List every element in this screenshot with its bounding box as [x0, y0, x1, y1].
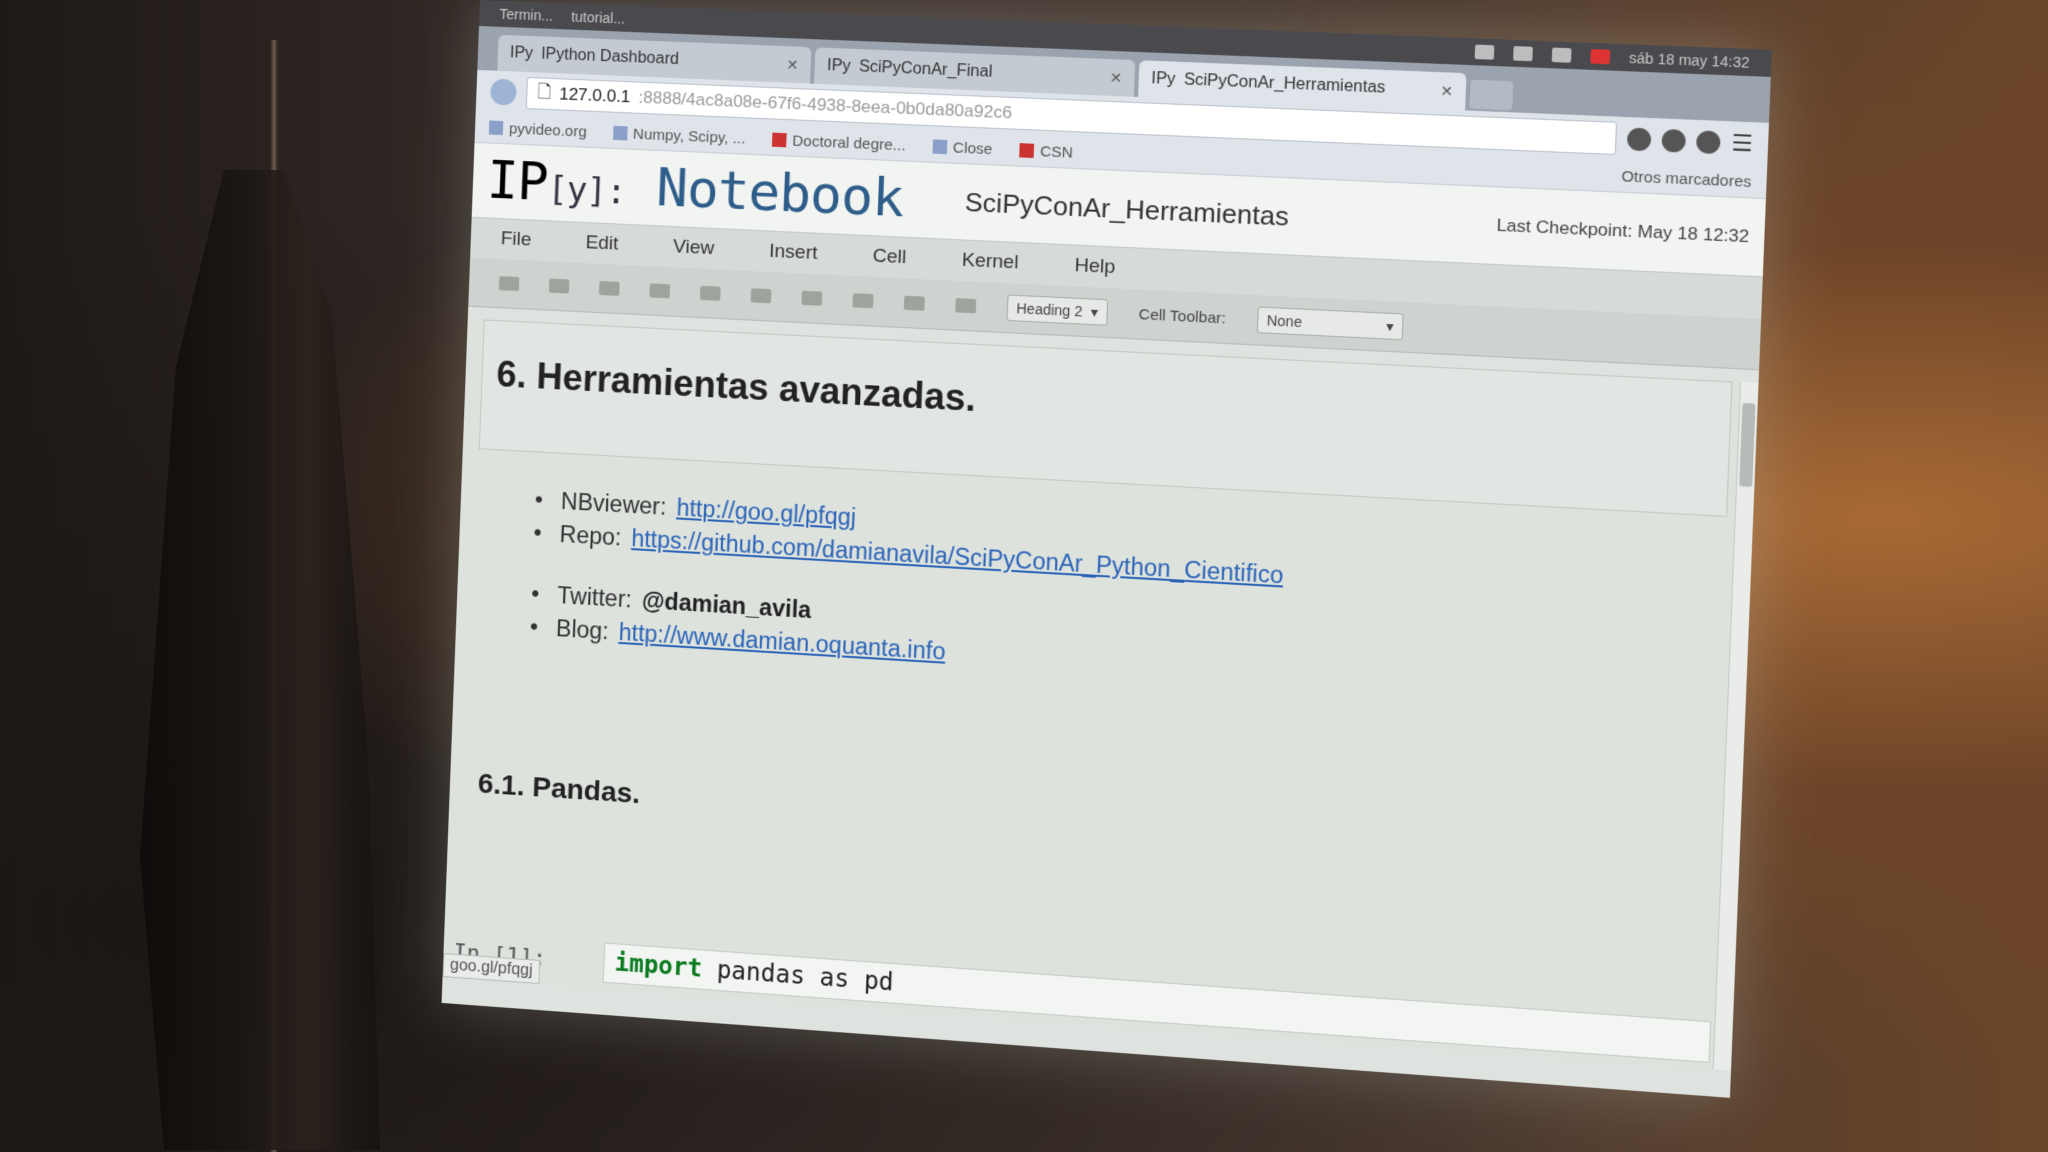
chevron-down-icon: ▾: [1091, 303, 1099, 321]
cell-type-value: Heading 2: [1016, 300, 1083, 320]
scrollbar-thumb[interactable]: [1739, 403, 1755, 487]
logo-notebook: Notebook: [655, 158, 904, 230]
network-icon[interactable]: [1551, 48, 1571, 63]
bookmark-pyvideo[interactable]: pyvideo.org: [489, 119, 587, 140]
menu-file[interactable]: File: [500, 228, 531, 251]
blog-label: Blog:: [556, 615, 610, 645]
bookmark-icon: [1019, 143, 1034, 158]
reload-icon[interactable]: [490, 79, 517, 106]
star-icon[interactable]: [1662, 129, 1687, 153]
bookmark-label: CSN: [1040, 142, 1074, 161]
menu-insert[interactable]: Insert: [769, 241, 818, 265]
copy-icon[interactable]: [599, 281, 620, 296]
insert-above-icon[interactable]: [853, 293, 874, 308]
extension-icon[interactable]: [1627, 127, 1652, 151]
menu-kernel[interactable]: Kernel: [961, 250, 1019, 275]
url-path: :8888/4ac8a08e-67f6-4938-8eea-0b0da80a92…: [638, 88, 1012, 124]
cell-toolbar-select[interactable]: None ▾: [1257, 306, 1404, 340]
notebook-name[interactable]: SciPyConAr_Herramientas: [964, 186, 1289, 232]
menu-cell[interactable]: Cell: [872, 245, 906, 269]
ipython-tab-icon: IPy: [1151, 70, 1176, 89]
menu-help[interactable]: Help: [1074, 255, 1116, 279]
bookmark-numpy[interactable]: Numpy, Scipy, ...: [613, 124, 746, 147]
subsection-heading[interactable]: 6.1. Pandas.: [477, 767, 1740, 883]
menu-icon[interactable]: ☰: [1731, 130, 1754, 158]
menu-view[interactable]: View: [672, 236, 714, 260]
twitter-handle: @damian_avila: [641, 587, 811, 624]
bookmark-label: pyvideo.org: [509, 120, 587, 140]
bookmark-csn[interactable]: CSN: [1019, 142, 1073, 162]
last-checkpoint: Last Checkpoint: May 18 12:32: [1496, 215, 1749, 247]
links-list: NBviewer:http://goo.gl/pfqgj Repo:https:…: [466, 483, 1752, 715]
menu-edit[interactable]: Edit: [585, 232, 619, 256]
paste-icon[interactable]: [649, 283, 670, 298]
tab-label: SciPyConAr_Final: [859, 58, 993, 82]
alert-icon[interactable]: [1590, 49, 1610, 64]
pocket-icon[interactable]: [1696, 130, 1721, 154]
section-heading: 6. Herramientas avanzadas.: [496, 353, 1715, 459]
bookmark-icon: [932, 139, 947, 154]
nbviewer-label: NBviewer:: [560, 488, 667, 521]
move-down-icon[interactable]: [751, 288, 772, 303]
bookmark-icon: [613, 126, 628, 141]
close-icon[interactable]: ✕: [1110, 69, 1123, 87]
chevron-down-icon: ▾: [1386, 317, 1394, 335]
bookmark-label: Close: [953, 139, 993, 158]
bookmark-label: Numpy, Scipy, ...: [633, 125, 746, 147]
bookmark-label: Doctoral degre...: [792, 132, 906, 154]
twitter-label: Twitter:: [557, 582, 633, 613]
logo-ip: IP: [486, 150, 549, 213]
repo-label: Repo:: [559, 521, 622, 552]
stop-icon[interactable]: [955, 298, 976, 313]
url-host: 127.0.0.1: [559, 84, 631, 107]
nbviewer-link[interactable]: http://goo.gl/pfqgj: [676, 494, 857, 531]
move-up-icon[interactable]: [700, 286, 721, 301]
ipython-logo: IP[y]: Notebook: [486, 150, 904, 229]
close-icon[interactable]: ✕: [1440, 82, 1453, 100]
page-icon: 🗋: [537, 79, 552, 109]
code-keyword: import: [614, 948, 703, 982]
insert-below-icon[interactable]: [801, 291, 822, 306]
new-tab-button[interactable]: [1469, 80, 1513, 111]
bookmark-label: Otros marcadores: [1621, 167, 1752, 190]
run-icon[interactable]: [904, 296, 925, 311]
tab-label: IPython Dashboard: [541, 45, 679, 69]
cut-icon[interactable]: [549, 279, 570, 294]
save-icon[interactable]: [499, 276, 520, 291]
cell-type-select[interactable]: Heading 2 ▾: [1007, 294, 1109, 325]
ipython-tab-icon: IPy: [827, 57, 851, 76]
tab-label: SciPyConAr_Herramientas: [1183, 71, 1385, 98]
system-item[interactable]: tutorial...: [571, 9, 626, 27]
projected-screen: Termin... tutorial... sáb 18 may 14:32 I…: [442, 0, 1772, 1098]
cell-toolbar-value: None: [1266, 312, 1302, 330]
bookmark-icon: [489, 120, 504, 135]
logo-y: [y]:: [547, 169, 627, 213]
cell-toolbar-label: Cell Toolbar:: [1138, 305, 1226, 327]
bookmark-close[interactable]: Close: [932, 138, 993, 158]
ipython-tab-icon: IPy: [510, 44, 534, 63]
notebook-content: 6. Herramientas avanzadas. NBviewer: http…: [443, 319, 1759, 1071]
clock[interactable]: sáb 18 may 14:32: [1629, 49, 1750, 70]
code-text: pandas as pd: [702, 955, 895, 997]
close-icon[interactable]: ✕: [786, 56, 799, 74]
bookmark-doctoral[interactable]: Doctoral degre...: [772, 131, 906, 154]
mail-icon[interactable]: [1474, 45, 1494, 60]
system-item[interactable]: Termin...: [499, 6, 553, 24]
volume-icon[interactable]: [1513, 46, 1533, 61]
bookmark-other[interactable]: Otros marcadores: [1621, 167, 1752, 190]
bookmark-icon: [772, 133, 787, 148]
